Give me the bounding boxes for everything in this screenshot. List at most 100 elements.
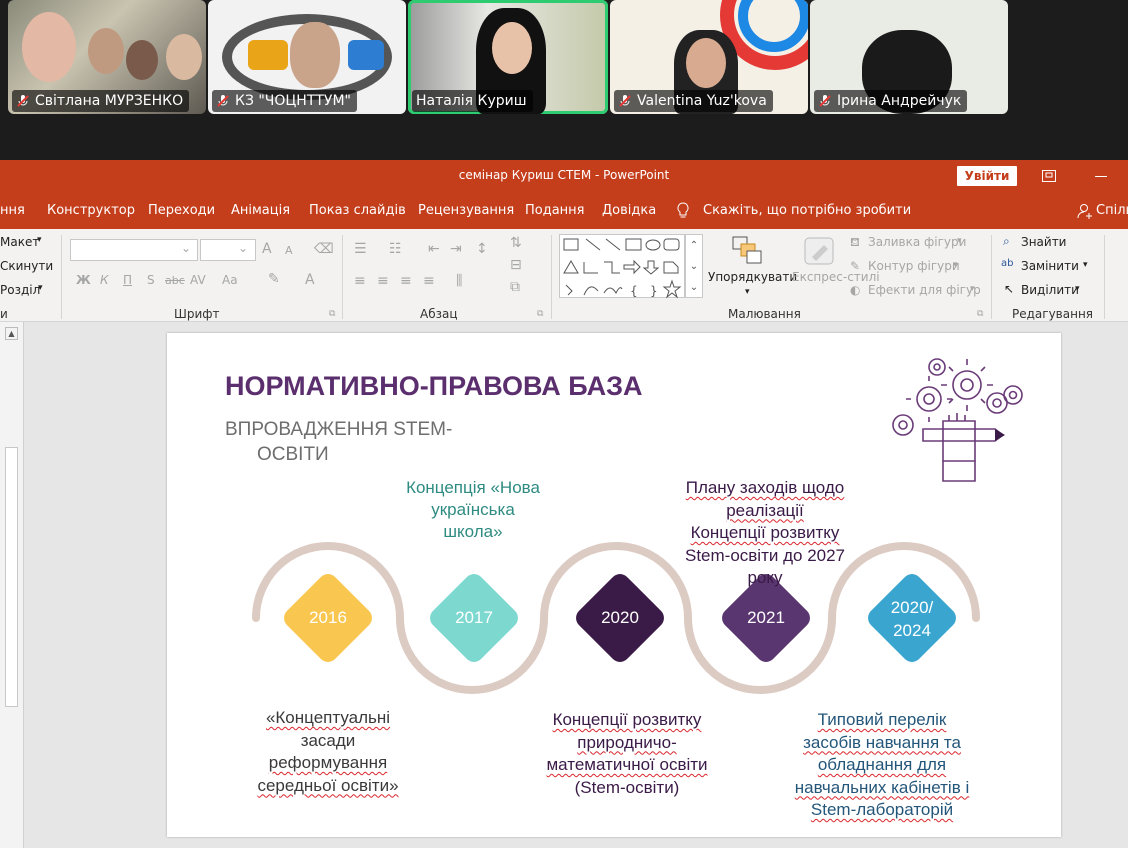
quick-styles-icon[interactable] [802, 235, 836, 267]
tab-transitions[interactable]: Переходи [148, 203, 215, 218]
svg-text:}: } [650, 284, 658, 298]
scroll-up-icon[interactable]: ▲ [5, 327, 18, 340]
highlight-icon[interactable]: ✎ [268, 271, 280, 287]
numbering-icon[interactable]: ☷ [389, 241, 402, 257]
chevron-down-icon: ▾ [1075, 284, 1080, 294]
increase-indent-icon[interactable]: ⇥ [450, 241, 462, 257]
smartart-icon[interactable]: ⧉ [510, 279, 520, 295]
find-button[interactable]: Знайти [1021, 235, 1066, 249]
align-right-icon[interactable]: ≡ [400, 273, 412, 289]
tab-review[interactable]: Рецензування [418, 203, 514, 218]
text-shadow-button[interactable]: S [147, 273, 155, 287]
tab-view[interactable]: Подання [525, 203, 585, 218]
line-spacing-icon[interactable]: ↕ [476, 241, 488, 257]
shape-outline-button[interactable]: Контур фігури [868, 259, 960, 273]
participant-tile-active[interactable]: Наталія Куриш [408, 0, 608, 114]
shape-effects-button[interactable]: Ефекти для фігур [868, 283, 981, 297]
justify-icon[interactable]: ≡ [423, 273, 435, 289]
arrange-button[interactable]: Упорядкувати [708, 270, 797, 284]
font-family-select[interactable] [70, 239, 198, 261]
chevron-down-icon: ▾ [953, 260, 958, 270]
participant-tile[interactable]: Світлана МУРЗЕНКО [8, 0, 206, 114]
chevron-down-icon: ▾ [745, 287, 750, 297]
tab-slideshow[interactable]: Показ слайдів [309, 203, 406, 218]
concept-reform-line: засади [218, 730, 438, 753]
chevron-down-icon: ▾ [970, 284, 975, 294]
font-color-button[interactable]: A [305, 272, 315, 288]
tab-animations[interactable]: Анімація [231, 203, 290, 218]
participant-tile[interactable]: Valentina Yuz'kova [610, 0, 808, 114]
replace-button[interactable]: Замінити [1021, 259, 1079, 273]
equipment-list-line-text: обладнання для [817, 755, 947, 774]
concept-nus-text[interactable]: Концепція «Нова українська школа» [373, 477, 573, 543]
select-button[interactable]: Виділити [1021, 283, 1079, 297]
layout-button[interactable]: Макет [0, 235, 39, 249]
shrink-font-button[interactable]: A [285, 244, 293, 257]
participant-name: Valentina Yuz'kova [637, 93, 767, 109]
shapes-gallery[interactable]: { } [559, 234, 685, 299]
text-direction-icon[interactable]: ⇅ [510, 235, 522, 251]
chevron-down-icon: ▾ [1083, 260, 1088, 270]
tab-insert[interactable]: ння [0, 203, 25, 218]
italic-button[interactable]: К [100, 273, 109, 287]
stem-plan-line: Плану заходів щодо [655, 477, 875, 500]
share-icon[interactable] [1077, 203, 1093, 219]
participants-strip: Світлана МУРЗЕНКО КЗ "ЧОЦНТТУМ" Наталія … [0, 0, 1128, 160]
concept-reform-text[interactable]: «Концептуальні засади реформування серед… [218, 707, 438, 797]
char-spacing-button[interactable]: AV [190, 273, 206, 287]
arrange-icon[interactable] [731, 235, 763, 265]
group-label-drawing: Малювання [728, 307, 801, 321]
stem-plan-text[interactable]: Плану заходів щодо реалізації Концепції … [655, 477, 875, 590]
concept-reform-line-text: «Концептуальні [265, 708, 391, 727]
decrease-indent-icon[interactable]: ⇤ [428, 241, 440, 257]
sign-in-button[interactable]: Увійти [957, 166, 1017, 186]
equipment-list-line-text: навчальних кабінетів і [794, 777, 970, 797]
slide-canvas[interactable]: НОРМАТИВНО-ПРАВОВА БАЗА ВПРОВАДЖЕННЯ STE… [167, 333, 1061, 837]
share-button[interactable]: Спіль [1096, 203, 1128, 218]
concept-math-text[interactable]: Концепції розвитку природничо- математич… [509, 709, 745, 799]
thumbnail-pane-scrollbar[interactable]: ▲ [0, 322, 24, 848]
concept-nus-line: Концепція «Нова [406, 478, 540, 497]
concept-reform-line: «Концептуальні [218, 707, 438, 730]
shapes-gallery-scroll[interactable]: ⌃ ⌄ ⌄ [685, 234, 703, 298]
gallery-scroll-icons: ⌃ ⌄ ⌄ [689, 240, 699, 293]
minimize-icon[interactable] [1095, 176, 1107, 177]
group-divider [61, 235, 62, 319]
scrollbar-thumb[interactable] [5, 447, 18, 707]
ribbon: Макет ▾ Скинути Розділ ▾ и ⌄ ⌄ A A ⌫ Ж К… [0, 229, 1128, 322]
columns-icon[interactable]: ⫼ [456, 273, 462, 289]
change-case-button[interactable]: Aa [222, 273, 238, 287]
stem-plan-line-text: Stem-освіти до 2027 [684, 545, 846, 565]
underline-button[interactable]: П [123, 273, 132, 287]
reset-button[interactable]: Скинути [0, 259, 53, 273]
concept-math-line-text: (Stem-освіти) [574, 777, 680, 797]
clear-formatting-icon[interactable]: ⌫ [314, 241, 334, 257]
strikethrough-button[interactable]: abc [165, 274, 185, 287]
tell-me-search[interactable]: Скажіть, що потрібно зробити [703, 203, 911, 218]
ribbon-display-options-icon[interactable] [1042, 170, 1056, 182]
equipment-list-line: Stem-лабораторій [765, 799, 999, 822]
equipment-list-text[interactable]: Типовий перелік засобів навчання та обла… [765, 709, 999, 822]
find-icon: ⌕ [1003, 234, 1010, 248]
concept-nus-line: школа» [443, 522, 503, 541]
shape-effects-icon: ◐ [850, 283, 861, 297]
tab-help[interactable]: Довідка [602, 203, 656, 218]
shape-fill-button[interactable]: Заливка фігури [868, 235, 966, 249]
dialog-launcher-icon[interactable]: ⧉ [537, 309, 543, 319]
quick-styles-button[interactable]: Експрес-стилі [792, 270, 880, 284]
section-button[interactable]: Розділ [0, 283, 40, 297]
align-text-icon[interactable]: ⊟ [510, 257, 522, 273]
align-left-icon[interactable]: ≡ [354, 273, 366, 289]
grow-font-button[interactable]: A [262, 241, 272, 257]
select-cursor-icon: ↖ [1004, 282, 1015, 296]
dialog-launcher-icon[interactable]: ⧉ [329, 309, 335, 319]
concept-reform-line-text: реформування [268, 753, 388, 772]
stem-plan-line-text: Концепції розвитку [690, 523, 840, 542]
bold-button[interactable]: Ж [76, 273, 91, 287]
bullets-icon[interactable]: ☰ [354, 241, 367, 257]
participant-tile[interactable]: Ірина Андрейчук [810, 0, 1008, 114]
dialog-launcher-icon[interactable]: ⧉ [977, 309, 983, 319]
participant-tile[interactable]: КЗ "ЧОЦНТТУМ" [208, 0, 406, 114]
align-center-icon[interactable]: ≡ [377, 273, 389, 289]
tab-design[interactable]: Конструктор [47, 203, 135, 218]
